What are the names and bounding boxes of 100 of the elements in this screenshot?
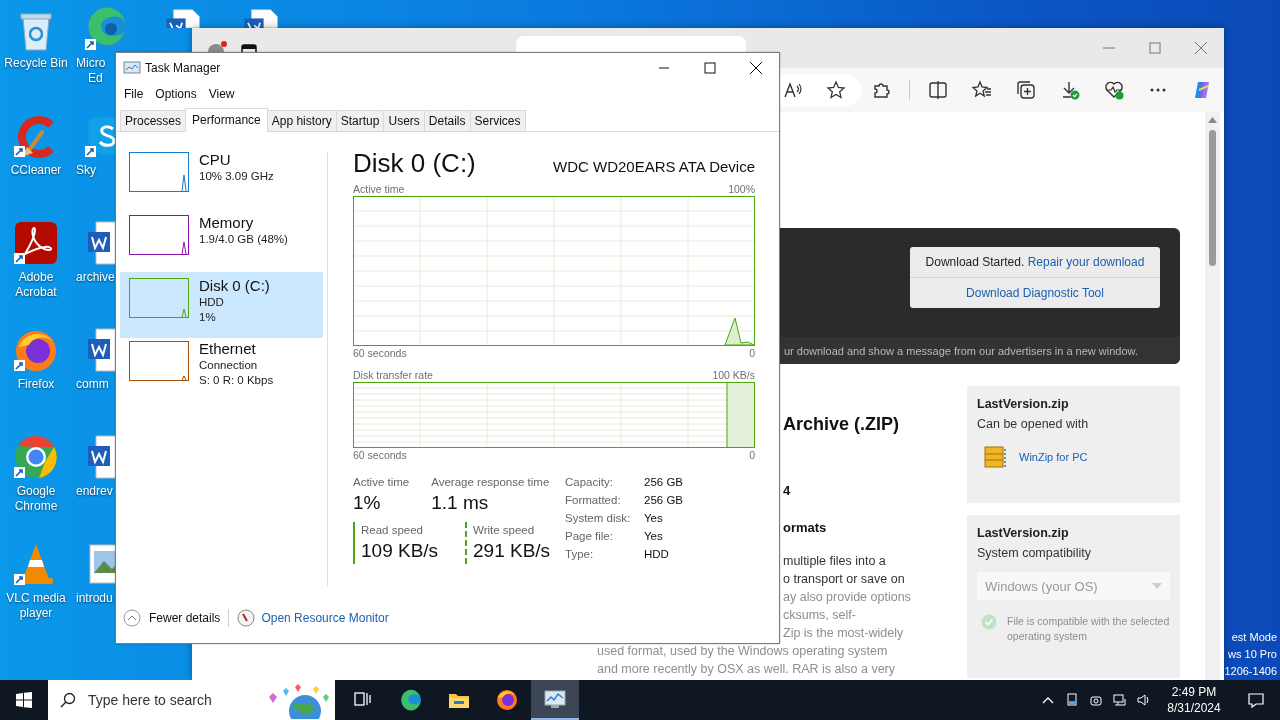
menu-item[interactable]: View bbox=[202, 85, 241, 103]
icon-label: CCleaner bbox=[9, 163, 63, 178]
card-subtitle: Can be opened with bbox=[977, 417, 1090, 431]
property-label: Type: bbox=[565, 547, 595, 562]
tab[interactable]: App history bbox=[266, 110, 337, 131]
clock-date[interactable]: 8/31/2024 bbox=[1167, 700, 1221, 716]
notifications-icon[interactable] bbox=[1247, 691, 1265, 709]
search-box[interactable]: Type here to search bbox=[48, 680, 335, 720]
system-notice: 1206-1406 bbox=[1224, 664, 1277, 679]
collections-icon[interactable] bbox=[1016, 80, 1036, 100]
resource-detail: 1% bbox=[199, 310, 217, 325]
device-icon[interactable] bbox=[1065, 693, 1079, 707]
chrome-icon[interactable] bbox=[13, 434, 59, 480]
icon-label: Sky bbox=[76, 163, 96, 178]
app-link[interactable]: WinZip for PC bbox=[1019, 451, 1088, 463]
scroll-thumb[interactable] bbox=[1209, 130, 1216, 266]
document-icon[interactable] bbox=[241, 8, 281, 28]
resource-name: CPU bbox=[199, 150, 232, 169]
download-status: Download Started. Repair your download bbox=[910, 247, 1160, 278]
stat-label: Read speed bbox=[361, 523, 425, 538]
stat-value: 1.1 ms bbox=[431, 491, 490, 515]
graph-max: 100% bbox=[728, 182, 755, 196]
icon-label: Ed bbox=[88, 71, 103, 86]
repair-link[interactable]: Repair your download bbox=[1027, 255, 1145, 269]
card-subtitle: System compatibility bbox=[977, 546, 1092, 560]
tab[interactable]: Services bbox=[469, 110, 526, 131]
resource-item[interactable]: Memory 1.9/4.0 GB (48%) bbox=[120, 209, 323, 275]
read-aloud-icon[interactable] bbox=[782, 80, 802, 100]
collapse-icon bbox=[123, 609, 141, 627]
windows-start-icon[interactable] bbox=[16, 692, 32, 708]
card-title: LastVersion.zip bbox=[977, 526, 1070, 540]
icon-label: introdu bbox=[76, 591, 113, 606]
taskmanager-icon bbox=[544, 688, 566, 710]
paragraph-line: used format, used by the Windows operating system bbox=[597, 643, 889, 660]
property-value: Yes bbox=[644, 511, 664, 526]
copilot-icon[interactable] bbox=[1192, 80, 1212, 100]
scroll-up-icon[interactable] bbox=[1208, 116, 1217, 124]
resource-item[interactable]: CPU 10% 3.09 GHz bbox=[120, 146, 323, 212]
resource-name: Ethernet bbox=[199, 339, 257, 358]
menu-item[interactable]: Options bbox=[149, 85, 203, 103]
icon-label: Google Chrome bbox=[13, 484, 59, 514]
task-manager-icon bbox=[123, 60, 141, 76]
edge-icon[interactable] bbox=[84, 6, 130, 52]
tab[interactable]: Startup bbox=[335, 110, 385, 131]
property-value: 256 GB bbox=[644, 475, 683, 490]
system-notice: ws 10 Pro bbox=[1228, 647, 1277, 662]
icon-label: Recycle Bin bbox=[3, 56, 69, 71]
text-fragment: 4 bbox=[783, 483, 792, 498]
resource-detail: 10% 3.09 GHz bbox=[199, 169, 274, 184]
volume-icon[interactable] bbox=[1137, 693, 1151, 707]
paragraph-line: o transport or save on bbox=[783, 571, 906, 588]
paragraph-line: Zip is the most-widely bbox=[783, 625, 905, 642]
property-value: HDD bbox=[644, 547, 670, 562]
acrobat-icon[interactable] bbox=[13, 220, 59, 266]
network-icon[interactable] bbox=[1113, 693, 1127, 707]
split-screen-icon[interactable] bbox=[928, 80, 948, 100]
property-value: 256 GB bbox=[644, 493, 683, 508]
resource-monitor-link[interactable]: Open Resource Monitor bbox=[261, 611, 389, 625]
resource-item[interactable]: Ethernet Connection S: 0 R: 0 Kbps bbox=[120, 335, 323, 401]
star-icon[interactable] bbox=[826, 80, 846, 100]
stat-label: Write speed bbox=[473, 523, 536, 538]
card-title: LastVersion.zip bbox=[977, 397, 1070, 411]
document-icon[interactable] bbox=[163, 8, 203, 28]
icon-label: Adobe Acrobat bbox=[14, 270, 58, 300]
compatibility-note: File is compatible with the selected operating system bbox=[1007, 614, 1170, 644]
heartbeat-icon[interactable] bbox=[1104, 80, 1124, 100]
download-icon[interactable] bbox=[1060, 80, 1080, 100]
extensions-icon[interactable] bbox=[871, 80, 891, 100]
paragraph-line: ay also provide options bbox=[783, 589, 912, 606]
tab[interactable]: Processes bbox=[120, 110, 187, 131]
stat-value: 291 KB/s bbox=[473, 539, 552, 563]
archive-app-icon bbox=[983, 443, 1009, 471]
resource-detail: S: 0 R: 0 Kbps bbox=[199, 373, 274, 388]
check-icon bbox=[981, 614, 997, 630]
icon-label: Micro bbox=[76, 56, 106, 71]
tab[interactable]: Users bbox=[383, 110, 425, 131]
search-field[interactable]: Type here to search bbox=[86, 691, 250, 709]
property-label: Formatted: bbox=[565, 493, 622, 508]
section-heading: ormats bbox=[783, 520, 828, 535]
property-value: Yes bbox=[644, 529, 664, 544]
fewer-details-button[interactable]: Fewer details bbox=[123, 609, 221, 627]
icon-label: comm bbox=[76, 377, 109, 392]
taskbar-app[interactable] bbox=[531, 680, 579, 720]
menu-item[interactable]: File bbox=[118, 85, 150, 103]
icon-label: VLC media player bbox=[5, 591, 67, 621]
resource-detail: HDD bbox=[199, 295, 225, 310]
search-icon bbox=[60, 692, 76, 708]
icon-label: Firefox bbox=[16, 377, 56, 392]
paragraph-line: and more recently by OSX as well. RAR is also a very bbox=[597, 661, 897, 678]
favorites-icon[interactable] bbox=[972, 80, 992, 100]
window-title: Task Manager bbox=[145, 61, 221, 75]
diagnostic-tool-link[interactable]: Download Diagnostic Tool bbox=[910, 278, 1160, 308]
resource-item[interactable]: Disk 0 (C:) HDD 1% bbox=[120, 272, 323, 338]
clock-time[interactable]: 2:49 PM bbox=[1171, 684, 1217, 700]
tab[interactable]: Performance bbox=[185, 108, 268, 132]
camera-icon[interactable] bbox=[1089, 693, 1103, 707]
edge-icon bbox=[400, 689, 422, 711]
tab[interactable]: Details bbox=[423, 110, 471, 131]
icon-label: endrev bbox=[76, 484, 113, 499]
graph-max: 100 KB/s bbox=[712, 368, 755, 382]
